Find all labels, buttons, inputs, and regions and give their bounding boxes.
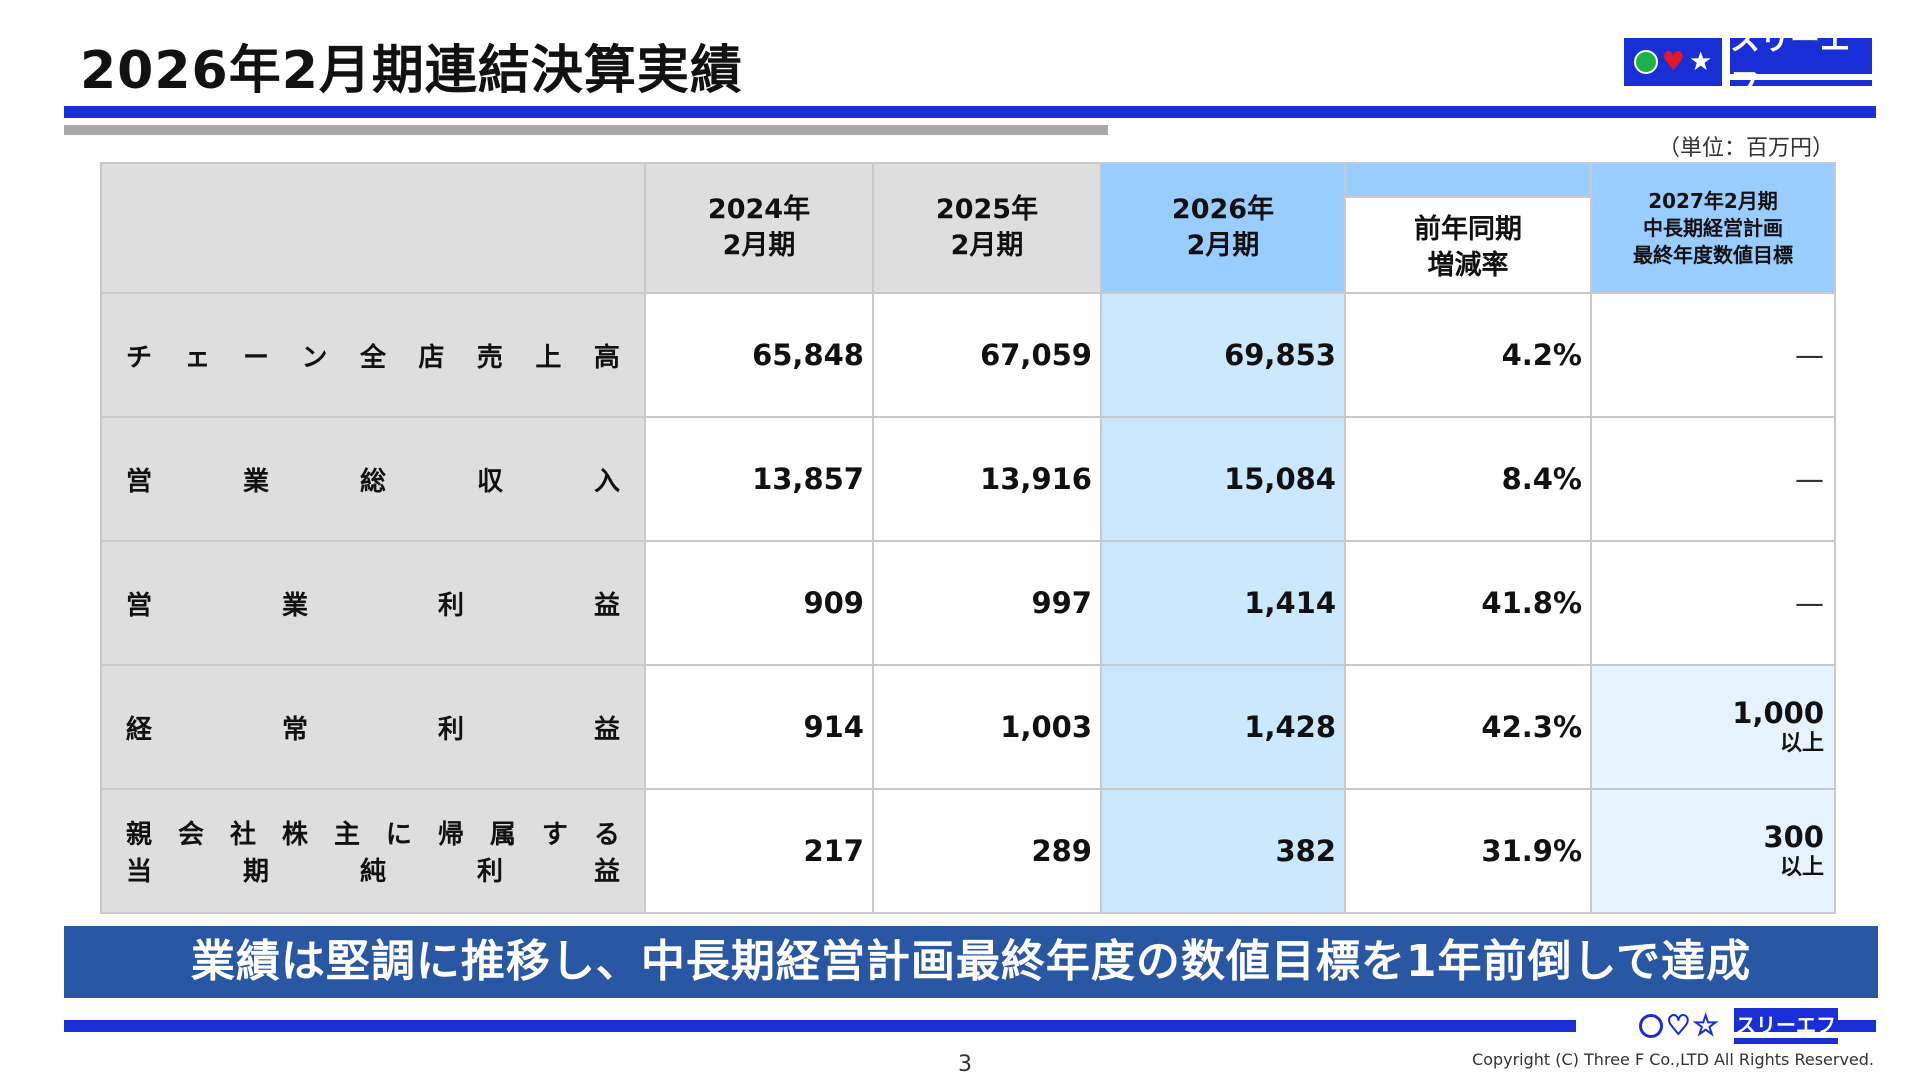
cell-plan: — <box>1590 292 1836 418</box>
cell-plan: — <box>1590 540 1836 666</box>
results-table: 2024年 2月期 2025年 2月期 2026年 2月期 2027年2月期 中… <box>100 162 1836 914</box>
footer-logo-icons: ♥ ★ <box>1628 1008 1728 1044</box>
unit-note: （単位：百万円） <box>1657 136 1834 161</box>
cell-yoy: 42.3% <box>1344 664 1592 790</box>
row-label: チェーン全店売上高 <box>100 292 646 418</box>
row-label: 営業総収入 <box>100 416 646 542</box>
cell-plan: 300 以上 <box>1590 788 1836 914</box>
title-subrule <box>64 125 1108 135</box>
table-row: 親会社株主に帰属する当期純利益 217 289 382 31.9% 300 以上 <box>100 788 1836 914</box>
cell-fy2026: 69,853 <box>1100 292 1346 418</box>
cell-plan: 1,000 以上 <box>1590 664 1836 790</box>
heart-icon: ♥ <box>1666 1011 1691 1041</box>
row-label: 親会社株主に帰属する当期純利益 <box>100 788 646 914</box>
copyright: Copyright (C) Three F Co.,LTD All Rights… <box>1472 1050 1874 1069</box>
header-fy2024: 2024年 2月期 <box>644 162 874 294</box>
header-yoy-band <box>1344 162 1592 197</box>
cell-yoy: 8.4% <box>1344 416 1592 542</box>
cell-fy2025: 13,916 <box>872 416 1102 542</box>
cell-fy2024: 217 <box>644 788 874 914</box>
cell-fy2026: 1,428 <box>1100 664 1346 790</box>
cell-yoy: 31.9% <box>1344 788 1592 914</box>
header-corner <box>100 162 646 294</box>
cell-fy2026: 1,414 <box>1100 540 1346 666</box>
page-title: 2026年2月期連結決算実績 <box>80 41 743 101</box>
cell-yoy: 41.8% <box>1344 540 1592 666</box>
header-yoy: 前年同期 増減率 <box>1344 196 1592 294</box>
cell-fy2026: 15,084 <box>1100 416 1346 542</box>
table-row: 営業利益 909 997 1,414 41.8% — <box>100 540 1836 666</box>
cell-fy2024: 914 <box>644 664 874 790</box>
cell-fy2025: 1,003 <box>872 664 1102 790</box>
summary-banner: 業績は堅調に推移し、中長期経営計画最終年度の数値目標を1年前倒しで達成 <box>64 926 1878 998</box>
heart-icon: ♥ <box>1661 47 1685 77</box>
cell-plan: — <box>1590 416 1836 542</box>
title-rule <box>64 106 1876 118</box>
header-fy2026: 2026年 2月期 <box>1100 162 1346 294</box>
table-row: チェーン全店売上高 65,848 67,059 69,853 4.2% — <box>100 292 1836 418</box>
header-fy2025: 2025年 2月期 <box>872 162 1102 294</box>
star-icon: ★ <box>1689 47 1713 77</box>
table-row: 営業総収入 13,857 13,916 15,084 8.4% — <box>100 416 1836 542</box>
brand-wordmark: スリーエフ <box>1730 23 1872 102</box>
row-label: 経常利益 <box>100 664 646 790</box>
cell-fy2025: 997 <box>872 540 1102 666</box>
logo-icons: ♥ ★ <box>1624 38 1722 86</box>
row-label: 営業利益 <box>100 540 646 666</box>
footer-brand-wordmark: スリーエフ <box>1734 1008 1838 1044</box>
cell-fy2024: 909 <box>644 540 874 666</box>
cell-fy2024: 13,857 <box>644 416 874 542</box>
circle-icon <box>1633 50 1658 74</box>
header-plan: 2027年2月期 中長期経営計画 最終年度数値目標 <box>1590 162 1836 294</box>
table-row: 経常利益 914 1,003 1,428 42.3% 1,000 以上 <box>100 664 1836 790</box>
company-logo: ♥ ★ スリーエフ <box>1624 23 1872 102</box>
footer-logo: ♥ ★ スリーエフ <box>1628 1008 1838 1044</box>
star-icon: ★ <box>1693 1011 1718 1041</box>
circle-icon <box>1638 1014 1663 1038</box>
page-number: 3 <box>958 1052 972 1077</box>
cell-fy2025: 289 <box>872 788 1102 914</box>
cell-fy2026: 382 <box>1100 788 1346 914</box>
cell-fy2024: 65,848 <box>644 292 874 418</box>
cell-fy2025: 67,059 <box>872 292 1102 418</box>
cell-yoy: 4.2% <box>1344 292 1592 418</box>
